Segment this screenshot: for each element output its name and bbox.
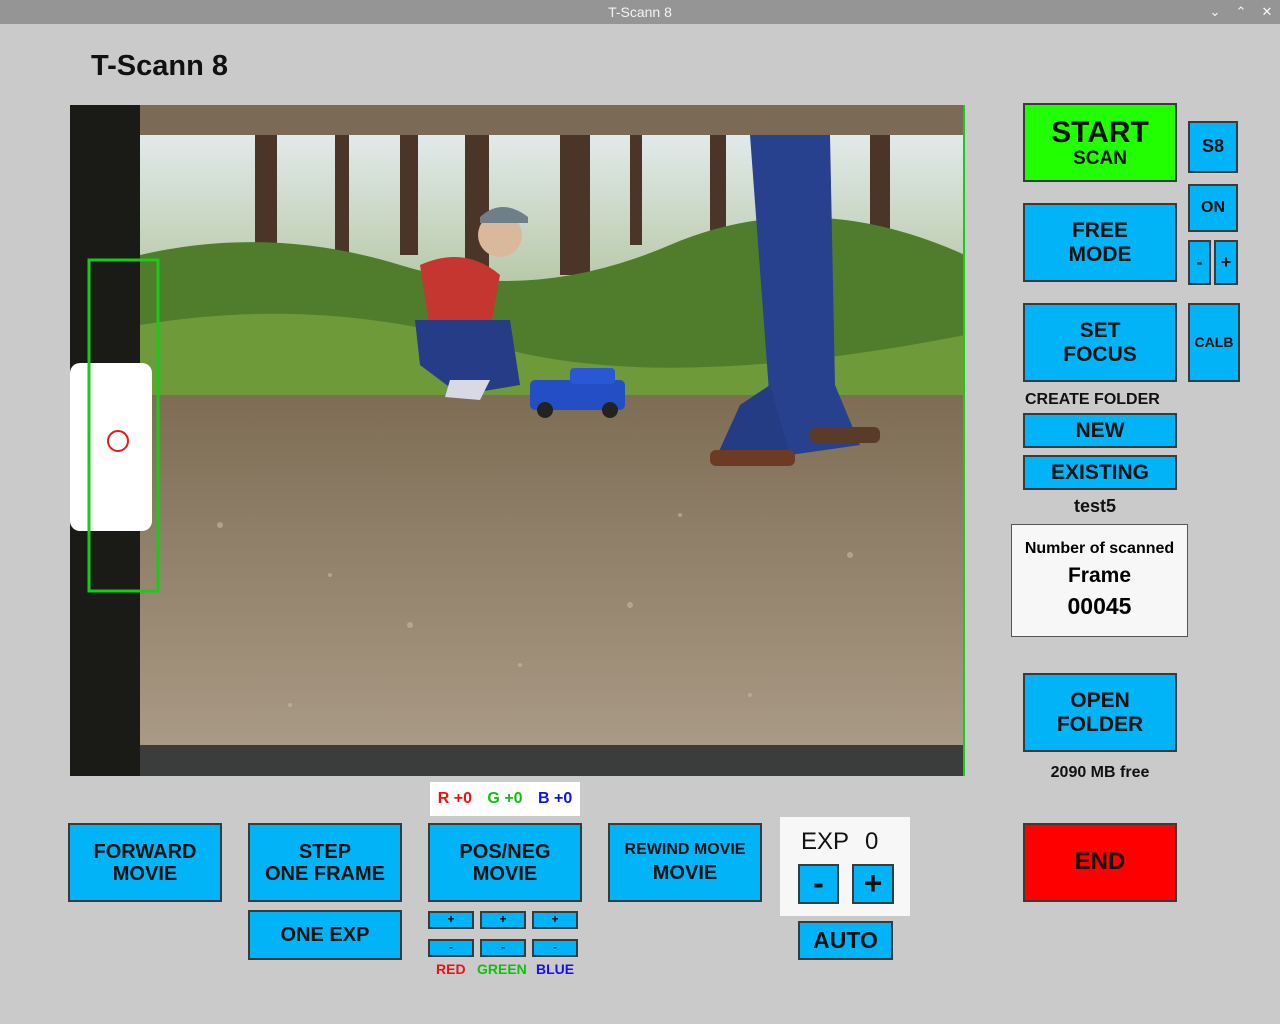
counter-caption: Number of scanned xyxy=(1024,540,1175,557)
window-titlebar: T-Scann 8 xyxy=(0,0,1280,24)
set-focus-line1: SET xyxy=(1079,319,1121,343)
posneg-line1: POS/NEG xyxy=(459,840,551,863)
green-plus-button[interactable]: + xyxy=(480,911,526,929)
green-gain-value: G +0 xyxy=(487,790,523,807)
free-mode-button[interactable]: FREE MODE xyxy=(1023,203,1177,282)
pos-neg-movie-button[interactable]: POS/NEG MOVIE xyxy=(428,823,582,902)
film-preview xyxy=(70,105,965,776)
counter-value: 00045 xyxy=(1067,593,1132,619)
close-icon[interactable]: ✕ xyxy=(1256,0,1278,24)
red-plus-button[interactable]: + xyxy=(428,911,474,929)
counter-frame-label: Frame xyxy=(1067,564,1132,587)
on-button[interactable]: ON xyxy=(1188,184,1238,232)
new-folder-button[interactable]: NEW xyxy=(1023,413,1177,448)
blue-gain-value: B +0 xyxy=(538,790,573,807)
free-mode-line2: MODE xyxy=(1068,242,1132,266)
auto-exposure-button[interactable]: AUTO xyxy=(798,921,893,960)
forward-line2: MOVIE xyxy=(112,862,178,885)
one-exp-button[interactable]: ONE EXP xyxy=(248,910,402,960)
open-folder-line1: OPEN xyxy=(1070,689,1130,713)
plus-button[interactable]: + xyxy=(1214,240,1238,285)
step-one-frame-button[interactable]: STEP ONE FRAME xyxy=(248,823,402,902)
forward-line1: FORWARD xyxy=(93,840,197,863)
exposure-panel: EXP 0 - + xyxy=(780,817,910,916)
scanned-frame-counter: Number of scanned Frame 00045 xyxy=(1011,524,1188,637)
minimize-icon[interactable]: ⌄ xyxy=(1204,0,1226,24)
calibrate-button[interactable]: CALB xyxy=(1188,303,1240,382)
minus-button[interactable]: - xyxy=(1188,240,1211,285)
step-line2: ONE FRAME xyxy=(265,862,385,885)
start-scan-line1: START xyxy=(1051,115,1149,149)
existing-folder-button[interactable]: EXISTING xyxy=(1023,455,1177,490)
app-title: T-Scann 8 xyxy=(91,50,228,82)
folder-name: test5 xyxy=(1073,496,1117,516)
free-mode-line1: FREE xyxy=(1071,219,1128,243)
open-folder-button[interactable]: OPEN FOLDER xyxy=(1023,673,1177,752)
blue-plus-button[interactable]: + xyxy=(532,911,578,929)
start-scan-line2: SCAN xyxy=(1073,147,1127,169)
exposure-minus-button[interactable]: - xyxy=(798,864,839,904)
rewind-line1: REWIND MOVIE xyxy=(624,840,746,858)
start-scan-button[interactable]: START SCAN xyxy=(1023,103,1177,182)
red-minus-button[interactable]: - xyxy=(428,939,474,957)
window-title: T-Scann 8 xyxy=(608,4,672,20)
red-label: RED xyxy=(436,961,466,977)
green-minus-button[interactable]: - xyxy=(480,939,526,957)
rewind-line2: MOVIE xyxy=(652,862,718,885)
exposure-value: 0 xyxy=(865,828,879,855)
end-button[interactable]: END xyxy=(1023,823,1177,902)
exposure-plus-button[interactable]: + xyxy=(852,864,894,904)
maximize-icon[interactable]: ⌃ xyxy=(1230,0,1252,24)
set-focus-line2: FOCUS xyxy=(1063,342,1137,366)
blue-label: BLUE xyxy=(536,961,575,977)
blue-minus-button[interactable]: - xyxy=(532,939,578,957)
s8-button[interactable]: S8 xyxy=(1188,121,1238,173)
rewind-movie-button[interactable]: REWIND MOVIE MOVIE xyxy=(608,823,762,902)
green-label: GREEN xyxy=(477,961,527,977)
rgb-gain-display: R +0 G +0 B +0 xyxy=(430,782,580,816)
free-space-label: 2090 MB free xyxy=(1050,764,1150,781)
exposure-label: EXP xyxy=(801,828,850,855)
posneg-line2: MOVIE xyxy=(472,862,538,885)
forward-movie-button[interactable]: FORWARD MOVIE xyxy=(68,823,222,902)
film-frame-image xyxy=(70,105,965,776)
create-folder-label: CREATE FOLDER xyxy=(1025,391,1160,408)
set-focus-button[interactable]: SET FOCUS xyxy=(1023,303,1177,382)
red-gain-value: R +0 xyxy=(437,790,472,807)
step-line1: STEP xyxy=(298,840,352,863)
open-folder-line2: FOLDER xyxy=(1056,712,1144,736)
